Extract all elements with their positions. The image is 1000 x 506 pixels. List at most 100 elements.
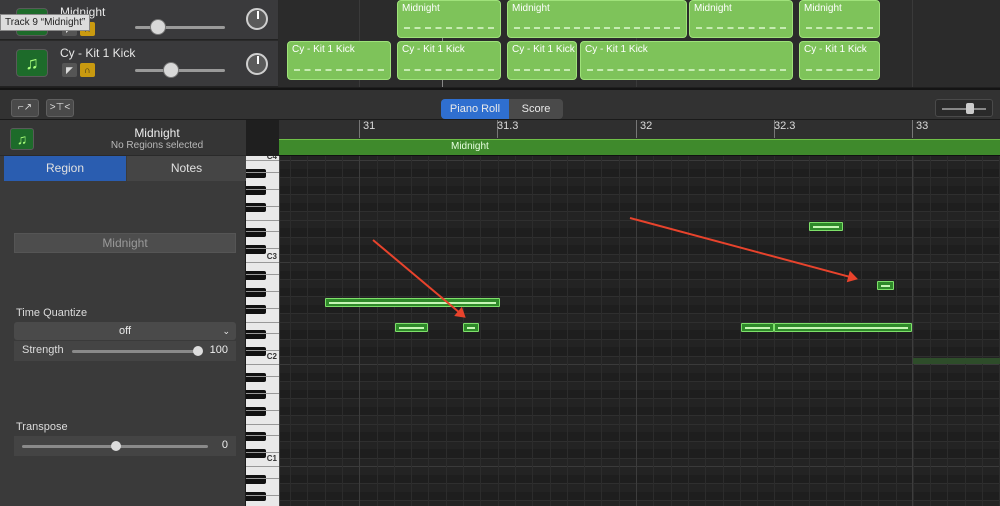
region-kick[interactable]: Cy - Kit 1 Kick [507,41,577,80]
editor-mode-switch: Piano Roll Score [441,99,563,119]
key-divider [246,466,279,468]
piano-keyboard[interactable]: C4 C3 C2 C1 [246,156,280,506]
region-label: Midnight [694,3,732,14]
time-quantize-value: off [118,325,132,337]
black-key[interactable] [246,202,266,212]
key-divider [246,409,279,411]
volume-knob[interactable] [150,19,166,35]
key-divider [246,333,279,335]
grid-vline [584,156,585,506]
region-midnight[interactable]: Midnight [799,0,880,38]
music-note-icon: ♫ [10,128,34,150]
region-name-field[interactable]: Midnight [14,233,236,253]
grid-row-black [280,406,1000,416]
grid-vline [930,156,931,506]
headphones-icon[interactable]: ∩ [80,63,95,77]
pan-knob[interactable] [246,8,268,30]
grid-row-black [280,270,1000,280]
region-kick[interactable]: Cy - Kit 1 Kick [799,41,880,80]
region-midnight[interactable]: Midnight [397,0,501,38]
grid-vline [290,156,291,506]
midi-note[interactable] [877,281,894,290]
strength-slider[interactable] [72,350,200,353]
grid-vline [653,156,654,506]
inspector-panel: ♫ Midnight No Regions selected Region No… [0,120,246,506]
strength-label: Strength [22,344,64,356]
grid-vline [671,156,672,506]
grid-row-black [280,474,1000,484]
region-midnight[interactable]: Midnight [507,0,687,38]
region-bar-label: Midnight [451,141,489,152]
region-kick[interactable]: Cy - Kit 1 Kick [580,41,793,80]
grid-line [280,177,1000,179]
region-label: Midnight [804,3,842,14]
black-key[interactable] [246,270,266,280]
transpose-knob[interactable] [111,441,121,451]
grid-line [280,313,1000,315]
ruler-label: 31 [363,120,376,132]
black-key[interactable] [246,372,266,382]
grid-line [280,381,1000,383]
black-key[interactable] [246,389,266,399]
octave-label: C2 [266,352,277,361]
grid-line [280,338,1000,340]
mute-icon[interactable]: ◤ [62,63,77,77]
tab-notes[interactable]: Notes [127,156,246,181]
grid-vline [705,156,706,506]
grid-row-black [280,389,1000,399]
catch-tool-icon[interactable]: >⊤< [46,99,74,117]
black-key[interactable] [246,185,266,195]
volume-slider[interactable] [135,26,225,29]
black-key[interactable] [246,330,266,340]
black-key[interactable] [246,432,266,442]
black-key[interactable] [246,168,266,178]
region-kick[interactable]: Cy - Kit 1 Kick [397,41,501,80]
volume-slider[interactable] [135,69,225,72]
black-key[interactable] [246,245,266,255]
grid-line [280,194,1000,196]
grid-row-black [280,185,1000,195]
midi-note[interactable] [325,298,500,307]
midi-note[interactable] [741,323,774,332]
midi-note[interactable] [463,323,479,332]
grid-vline [532,156,533,506]
grid-vline [723,156,724,506]
black-key[interactable] [246,406,266,416]
grid-vline [688,156,689,506]
volume-knob[interactable] [163,62,179,78]
black-key[interactable] [246,287,266,297]
grid-row-black [280,168,1000,178]
tab-score[interactable]: Score [509,99,563,119]
ruler-label: 33 [916,120,929,132]
region-label: Cy - Kit 1 Kick [804,44,867,55]
grid-vline [515,156,516,506]
black-key[interactable] [246,491,266,501]
pan-knob[interactable] [246,53,268,75]
black-key[interactable] [246,304,266,314]
region-kick[interactable]: Cy - Kit 1 Kick [287,41,391,80]
black-key[interactable] [246,474,266,484]
time-quantize-select[interactable]: off ⌄ [14,322,236,340]
midi-note[interactable] [809,222,843,231]
region-bar-midnight[interactable]: Midnight [279,139,1000,155]
strength-knob[interactable] [193,346,203,356]
transpose-row: 0 [14,436,236,456]
black-key[interactable] [246,347,266,357]
black-key[interactable] [246,228,266,238]
black-key[interactable] [246,449,266,459]
zoom-slider[interactable] [935,99,993,117]
tab-region[interactable]: Region [4,156,126,181]
track-header-kick[interactable]: ♫ Cy - Kit 1 Kick ◤ ∩ [0,41,278,87]
region-midnight[interactable]: Midnight [689,0,793,38]
automation-tool-icon[interactable]: ⌐↗ [11,99,39,117]
piano-roll-grid[interactable] [280,156,1000,506]
timeline-ruler[interactable]: 31 31.3 32 32.3 33 Midnight [279,120,1000,156]
tab-piano-roll[interactable]: Piano Roll [441,99,509,119]
midi-note[interactable] [395,323,428,332]
inspector-tabs: Region Notes [4,156,246,181]
strength-value: 100 [209,344,228,356]
grid-vline [982,156,983,506]
region-label: Midnight [512,3,550,14]
midi-note[interactable] [774,323,912,332]
grid-line [280,398,1000,400]
